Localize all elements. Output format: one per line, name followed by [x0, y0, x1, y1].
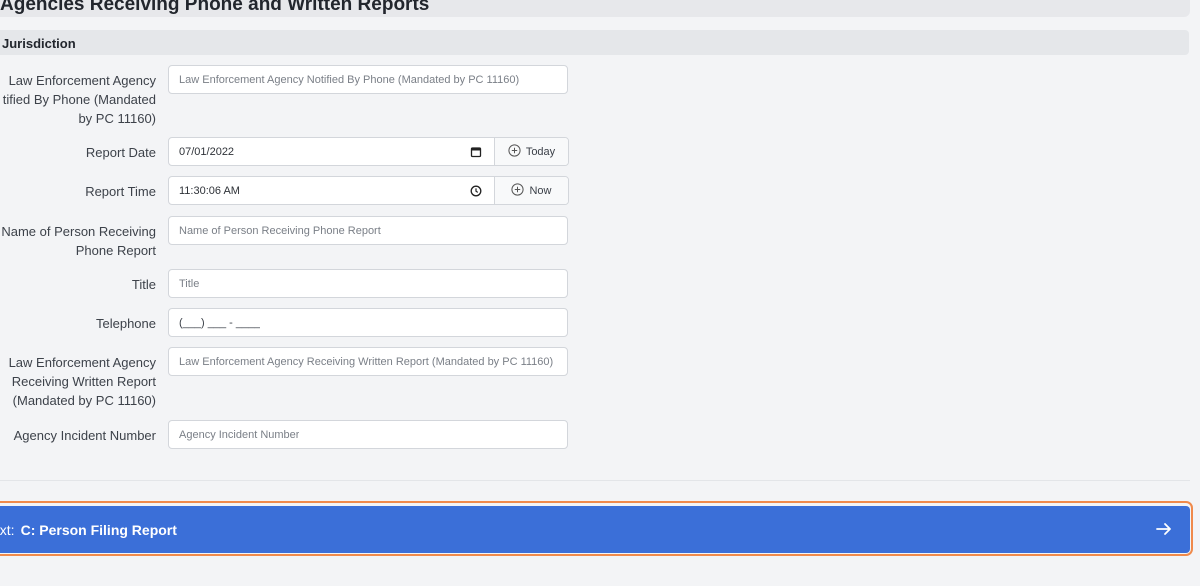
report-time-field: 11:30:06 AM Now [168, 176, 569, 205]
title-input[interactable]: Title [168, 269, 568, 298]
report-date-input[interactable]: 07/01/2022 [169, 138, 494, 165]
incident-number-label: Agency Incident Number [13, 428, 156, 443]
telephone-placeholder: (___) ___ - ____ [179, 316, 261, 329]
phone-agency-input[interactable]: Law Enforcement Agency Notified By Phone… [168, 65, 568, 94]
telephone-label: Telephone [96, 316, 156, 331]
written-agency-input[interactable]: Law Enforcement Agency Receiving Written… [168, 347, 568, 376]
person-receiving-input[interactable]: Name of Person Receiving Phone Report [168, 216, 568, 245]
person-receiving-placeholder: Name of Person Receiving Phone Report [179, 224, 381, 237]
report-time-value: 11:30:06 AM [179, 184, 240, 197]
clock-icon[interactable] [469, 184, 483, 198]
phone-agency-label-line2: tified By Phone (Mandated [2, 92, 156, 107]
now-button-label: Now [529, 184, 552, 197]
written-agency-label-line3: (Mandated by PC 11160) [12, 393, 156, 408]
title-label: Title [131, 277, 156, 292]
phone-agency-label: Law Enforcement Agency tified By Phone (… [0, 71, 156, 128]
calendar-icon[interactable] [469, 145, 483, 159]
arrow-right-icon [1155, 520, 1173, 538]
written-agency-placeholder: Law Enforcement Agency Receiving Written… [179, 355, 554, 368]
written-agency-label: Law Enforcement Agency Receiving Written… [0, 353, 156, 410]
plus-circle-icon [511, 182, 525, 199]
title-placeholder: Title [179, 277, 200, 290]
section-title: Agencies Receiving Phone and Written Rep… [0, 0, 430, 15]
written-agency-label-line1: Law Enforcement Agency [8, 355, 156, 370]
phone-agency-placeholder: Law Enforcement Agency Notified By Phone… [179, 73, 520, 86]
report-date-field: 07/01/2022 Today [168, 137, 569, 166]
plus-circle-icon [508, 143, 521, 160]
incident-number-input[interactable]: Agency Incident Number [168, 420, 568, 449]
today-button[interactable]: Today [494, 138, 568, 165]
phone-agency-label-line1: Law Enforcement Agency [8, 73, 156, 88]
subsection-title: Jurisdiction [2, 36, 76, 51]
next-target: C: Person Filing Report [20, 521, 177, 538]
today-button-label: Today [525, 145, 556, 158]
next-prefix: ext: [0, 521, 15, 538]
incident-number-placeholder: Agency Incident Number [179, 428, 300, 441]
written-agency-label-line2: Receiving Written Report [11, 374, 156, 389]
telephone-input[interactable]: (___) ___ - ____ [168, 308, 568, 337]
phone-agency-label-line3: by PC 11160) [78, 111, 156, 126]
report-date-value: 07/01/2022 [179, 145, 235, 158]
next-section-button[interactable]: ext: C: Person Filing Report [0, 506, 1190, 553]
form-divider [0, 480, 1190, 481]
report-date-label: Report Date [85, 145, 156, 160]
person-receiving-label-line1: Name of Person Receiving [1, 224, 156, 239]
now-button[interactable]: Now [494, 177, 568, 204]
report-time-label: Report Time [85, 184, 156, 199]
person-receiving-label: Name of Person Receiving Phone Report [0, 222, 156, 260]
report-time-input[interactable]: 11:30:06 AM [169, 177, 494, 204]
person-receiving-label-line2: Phone Report [75, 243, 156, 258]
subsection-header [0, 30, 1189, 55]
